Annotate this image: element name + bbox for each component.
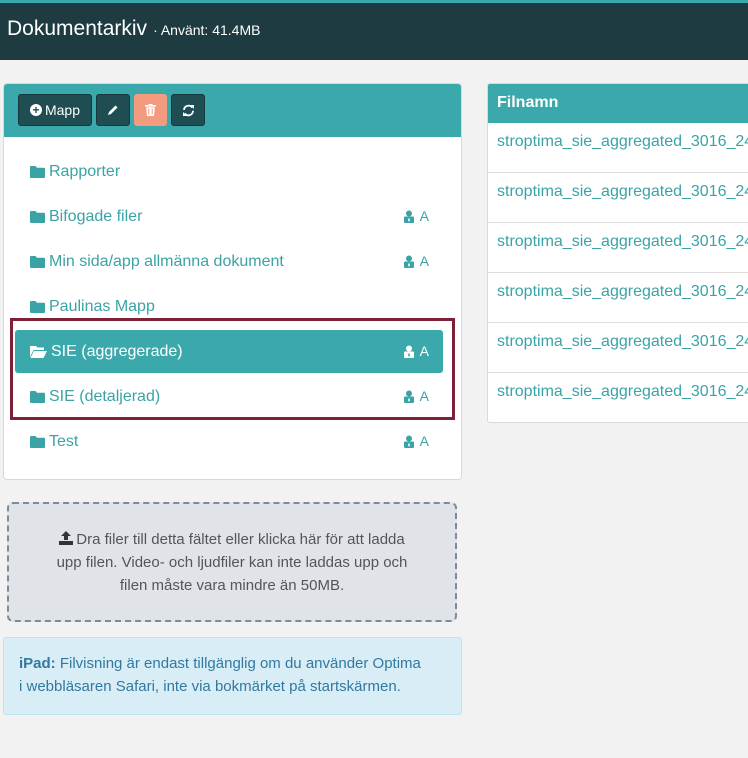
- folder-icon: [30, 255, 45, 268]
- user-lock-icon: [403, 255, 414, 268]
- info-text-1: Filvisning är endast tillgänglig om du a…: [59, 655, 421, 672]
- refresh-button[interactable]: [171, 94, 205, 126]
- selection-highlight-box: [10, 318, 455, 420]
- folder-name: Rapporter: [49, 162, 121, 180]
- dropzone-line-3: filen måste vara mindre än 50MB.: [119, 577, 345, 594]
- upload-icon: [59, 531, 74, 545]
- info-line-1: iPad: Filvisning är endast tillgänglig o…: [19, 652, 461, 675]
- file-column-header[interactable]: Filnamn: [488, 84, 748, 123]
- page-title: Dokumentarkiv · Använt: 41.4MB: [7, 17, 260, 41]
- folder-icon: [30, 300, 45, 313]
- folder-item[interactable]: Rapporter: [15, 150, 443, 193]
- access-level: A: [419, 433, 429, 449]
- access-badge: A: [403, 433, 429, 449]
- file-row[interactable]: stroptima_sie_aggregated_3016_24: [488, 323, 748, 373]
- add-folder-label: Mapp: [44, 102, 81, 118]
- refresh-icon: [182, 104, 194, 116]
- file-rows: stroptima_sie_aggregated_3016_24 stroptim…: [488, 123, 748, 422]
- file-list-panel: Filnamn stroptima_sie_aggregated_3016_24…: [487, 83, 748, 423]
- folder-icon: [30, 210, 45, 223]
- folder-item[interactable]: Bifogade filer A: [15, 195, 443, 238]
- page-title-text: Dokumentarkiv: [7, 17, 148, 40]
- user-lock-icon: [403, 210, 414, 223]
- file-row[interactable]: stroptima_sie_aggregated_3016_24: [488, 223, 748, 273]
- trash-icon: [145, 104, 156, 116]
- folder-toolbar: + Mapp: [4, 84, 461, 137]
- access-badge: A: [403, 253, 429, 269]
- edit-folder-button[interactable]: [96, 94, 130, 126]
- folder-icon: [30, 165, 45, 178]
- access-badge: A: [403, 208, 429, 224]
- folder-item[interactable]: Min sida/app allmänna dokument A: [15, 240, 443, 283]
- dropzone-line-1: Dra filer till detta fältet eller klicka…: [9, 528, 455, 551]
- folder-name: Min sida/app allmänna dokument: [49, 252, 284, 270]
- folder-item[interactable]: Test A: [15, 420, 443, 463]
- file-row[interactable]: stroptima_sie_aggregated_3016_24: [488, 173, 748, 223]
- folder-name: Paulinas Mapp: [49, 297, 155, 315]
- folder-name: Bifogade filer: [49, 207, 143, 225]
- access-level: A: [419, 208, 429, 224]
- ipad-info-alert: iPad: Filvisning är endast tillgänglig o…: [3, 637, 462, 715]
- pencil-icon: [108, 105, 118, 115]
- folder-icon: [30, 435, 45, 448]
- access-level: A: [419, 253, 429, 269]
- info-label: iPad:: [19, 655, 56, 672]
- storage-used: · Använt: 41.4MB: [153, 22, 261, 38]
- delete-folder-button[interactable]: [134, 94, 167, 126]
- info-line-2: i webbläsaren Safari, inte via bokmärket…: [19, 678, 401, 695]
- dropzone-line-2: upp filen. Video- och ljudfiler kan inte…: [56, 554, 408, 571]
- plus-circle-icon: +: [29, 104, 42, 116]
- upload-dropzone[interactable]: Dra filer till detta fältet eller klicka…: [7, 502, 457, 622]
- user-lock-icon: [403, 435, 414, 448]
- file-row[interactable]: stroptima_sie_aggregated_3016_24: [488, 273, 748, 323]
- file-row[interactable]: stroptima_sie_aggregated_3016_24: [488, 123, 748, 173]
- file-row[interactable]: stroptima_sie_aggregated_3016_24: [488, 373, 748, 422]
- folder-name: Test: [49, 432, 79, 450]
- top-header: Dokumentarkiv · Använt: 41.4MB: [0, 0, 748, 60]
- dropzone-text-1: Dra filer till detta fältet eller klicka…: [76, 531, 405, 548]
- add-folder-button[interactable]: + Mapp: [18, 94, 92, 126]
